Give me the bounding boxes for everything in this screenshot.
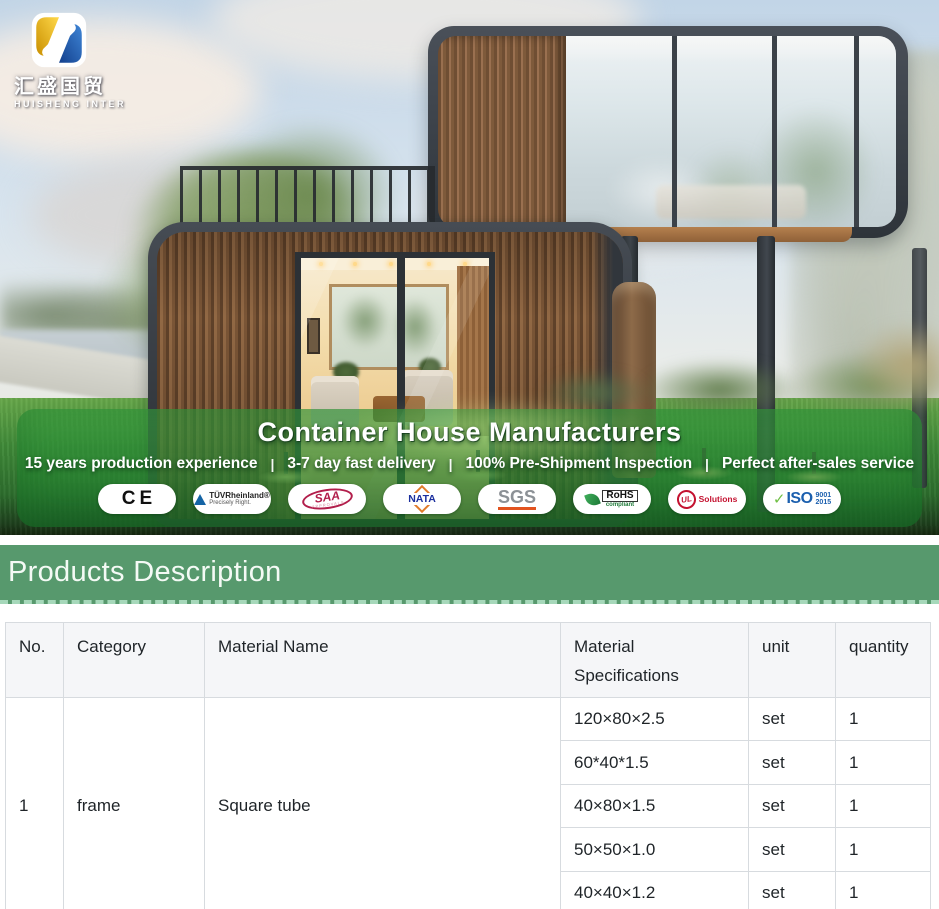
- tuv-label: TÜVRheinland®: [209, 492, 270, 500]
- ce-mark: CE: [118, 488, 156, 510]
- nata-label: NATA: [406, 493, 438, 505]
- header-material-specifications: Material Specifications: [561, 623, 749, 698]
- iso-standard: 9001: [816, 492, 832, 499]
- cell-qty: 1: [836, 697, 931, 741]
- nata-diamond-icon: NATA: [406, 493, 438, 505]
- cell-unit: set: [749, 871, 836, 909]
- badge-nata: NATA: [383, 484, 461, 514]
- cell-qty: 1: [836, 741, 931, 785]
- company-name-en: HUISHENG INTER: [14, 99, 126, 109]
- header-category: Category: [64, 623, 205, 698]
- hero-green-overlay: Container House Manufacturers 15 years p…: [17, 409, 922, 527]
- company-name-cn: 汇盛国贸: [14, 70, 106, 99]
- window-mullion: [672, 36, 677, 227]
- product-page: Container House Manufacturers 15 years p…: [0, 0, 939, 909]
- feature-item: 15 years production experience: [25, 455, 258, 473]
- feature-item: 3-7 day fast delivery: [287, 455, 435, 473]
- spacer: [0, 604, 939, 622]
- badge-saa: SAA APPROVALS: [288, 484, 366, 514]
- cell-spec: 60*40*1.5: [561, 741, 749, 785]
- feature-list: 15 years production experience | 3-7 day…: [17, 455, 922, 473]
- table-header-row: No. Category Material Name Material Spec…: [6, 623, 931, 698]
- railing-post: [430, 166, 435, 228]
- logo-icon: [31, 12, 87, 68]
- interior-furniture: [656, 185, 806, 219]
- cell-unit: set: [749, 828, 836, 872]
- feature-item: 100% Pre-Shipment Inspection: [466, 455, 693, 473]
- cell-unit: set: [749, 697, 836, 741]
- header-quantity: quantity: [836, 623, 931, 698]
- feature-separator: |: [705, 456, 709, 472]
- rohs-label: RoHS: [602, 490, 637, 502]
- feature-item: Perfect after-sales service: [722, 455, 914, 473]
- header-material-name: Material Name: [205, 623, 561, 698]
- sgs-label: SGS: [498, 488, 536, 510]
- cell-material-name: Square tube: [205, 697, 561, 909]
- cell-spec: 50×50×1.0: [561, 828, 749, 872]
- tuv-text: TÜVRheinland® Precisely Right.: [209, 492, 270, 507]
- feature-separator: |: [270, 456, 274, 472]
- iso-year: 2015: [816, 499, 832, 506]
- cell-unit: set: [749, 784, 836, 828]
- tuv-slogan: Precisely Right.: [209, 500, 270, 506]
- badge-tuv: TÜVRheinland® Precisely Right.: [193, 484, 271, 514]
- ul-sublabel: Solutions: [699, 494, 738, 504]
- certification-badges: CE TÜVRheinland® Precisely Right. SAA AP…: [17, 484, 922, 514]
- spacer: [0, 535, 939, 545]
- header-no: No.: [6, 623, 64, 698]
- roof-railing: [180, 166, 434, 226]
- interior-ceiling: [566, 36, 896, 62]
- rohs-text: RoHS compliant: [602, 490, 637, 508]
- badge-ul: UL Solutions: [668, 484, 746, 514]
- rohs-sublabel: compliant: [606, 502, 634, 508]
- upper-module-facade: [438, 36, 896, 227]
- table-row: 1 frame Square tube 120×80×2.5 set 1: [6, 697, 931, 741]
- badge-ce: CE: [98, 484, 176, 514]
- wood-slat-panel: [438, 36, 566, 227]
- upper-container-module: [428, 26, 908, 238]
- ul-circle-icon: UL: [675, 488, 697, 510]
- cell-qty: 1: [836, 871, 931, 909]
- glass-wall: [566, 36, 896, 227]
- window-mullion: [772, 36, 777, 227]
- cell-unit: set: [749, 741, 836, 785]
- hero-title: Container House Manufacturers: [17, 417, 922, 448]
- cell-qty: 1: [836, 784, 931, 828]
- leaf-icon: [585, 491, 602, 508]
- saa-oval-icon: SAA APPROVALS: [300, 486, 353, 513]
- badge-iso: ✓ ISO 9001 2015: [763, 484, 841, 514]
- check-icon: ✓: [773, 490, 786, 508]
- cell-qty: 1: [836, 828, 931, 872]
- hero-photo: Container House Manufacturers 15 years p…: [0, 0, 939, 535]
- feature-separator: |: [449, 456, 453, 472]
- iso-years: 9001 2015: [816, 492, 832, 506]
- section-header: Products Description: [0, 545, 939, 604]
- cell-spec: 40×40×1.2: [561, 871, 749, 909]
- materials-table: No. Category Material Name Material Spec…: [5, 622, 931, 909]
- badge-sgs: SGS: [478, 484, 556, 514]
- header-unit: unit: [749, 623, 836, 698]
- window-mullion: [854, 36, 859, 227]
- cell-category: frame: [64, 697, 205, 909]
- cell-spec: 40×80×1.5: [561, 784, 749, 828]
- company-logo: 汇盛国贸 HUISHENG INTER: [14, 12, 144, 109]
- cell-spec: 120×80×2.5: [561, 697, 749, 741]
- iso-label: ISO: [786, 490, 812, 508]
- section-title: Products Description: [0, 556, 282, 589]
- cell-no: 1: [6, 697, 64, 909]
- tuv-triangle-icon: [194, 494, 206, 505]
- badge-rohs: RoHS compliant: [573, 484, 651, 514]
